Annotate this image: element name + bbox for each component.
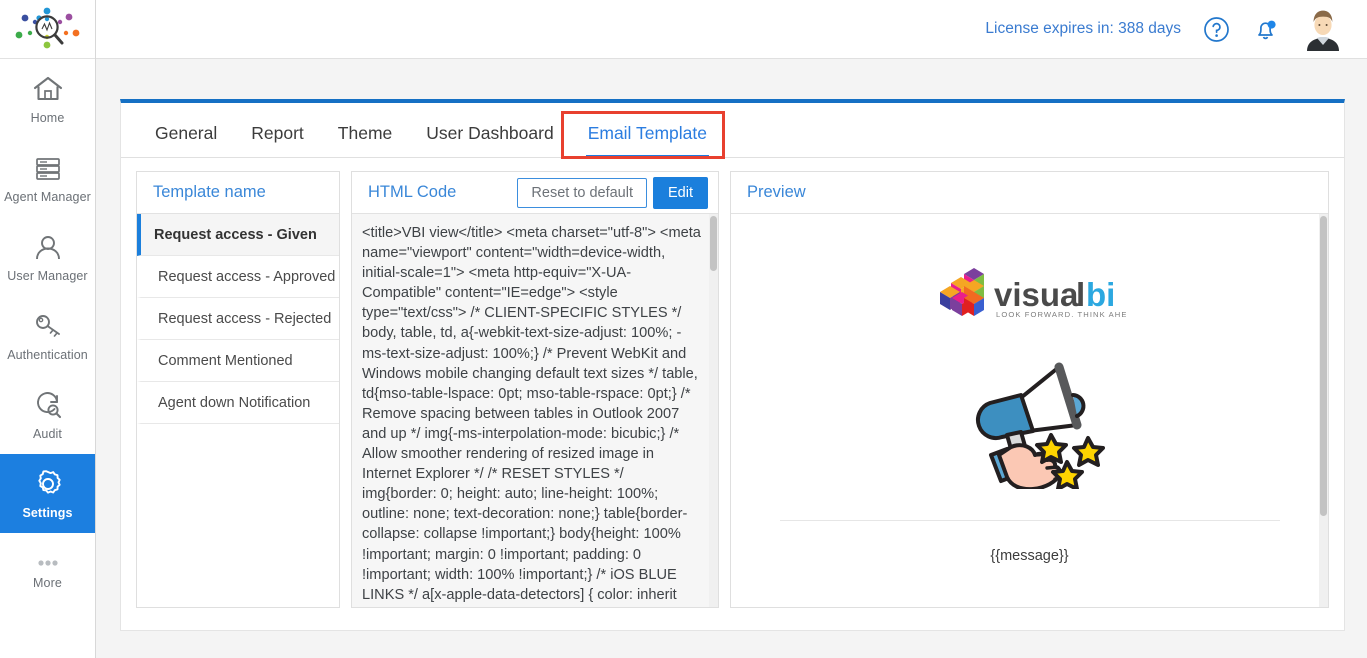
- license-expiry-text: License expires in: 388 days: [985, 20, 1181, 37]
- preview-panel: Preview visua l bi LOOK FORWARD. THINK A…: [730, 171, 1329, 608]
- sidebar-item-label: Settings: [22, 506, 73, 520]
- app-logo[interactable]: [0, 0, 95, 59]
- home-icon: [31, 72, 65, 106]
- sidebar-item-label: More: [33, 576, 62, 590]
- code-scrollbar-thumb[interactable]: [710, 216, 717, 271]
- preview-content: visua l bi LOOK FORWARD. THINK AHEAD.: [731, 214, 1328, 564]
- template-list-panel: Template name Request access - Given Req…: [136, 171, 340, 608]
- bell-icon[interactable]: [1252, 16, 1279, 43]
- application-root: Home Agent Manager User Manager Authenti…: [0, 0, 1367, 658]
- preview-body[interactable]: visua l bi LOOK FORWARD. THINK AHEAD.: [731, 214, 1328, 607]
- edit-button[interactable]: Edit: [653, 176, 708, 209]
- panel-container: Template name Request access - Given Req…: [121, 158, 1344, 630]
- html-code-actions: Reset to default Edit: [517, 176, 708, 209]
- settings-card: General Report Theme User Dashboard Emai…: [120, 99, 1345, 631]
- audit-search-icon: [31, 388, 65, 422]
- preview-scrollbar[interactable]: [1319, 214, 1328, 607]
- list-item[interactable]: Agent down Notification: [137, 382, 339, 424]
- preview-divider: [779, 520, 1280, 521]
- list-item[interactable]: Comment Mentioned: [137, 340, 339, 382]
- html-code-title: HTML Code: [368, 183, 457, 201]
- list-item[interactable]: Request access - Approved: [137, 256, 339, 298]
- sidebar-item-label: Authentication: [7, 348, 88, 362]
- reset-to-default-button[interactable]: Reset to default: [517, 177, 647, 208]
- server-stack-icon: [31, 151, 65, 185]
- tab-user-dashboard[interactable]: User Dashboard: [409, 123, 570, 157]
- tab-email-template[interactable]: Email Template: [571, 123, 724, 158]
- tab-theme[interactable]: Theme: [321, 123, 409, 157]
- ellipsis-icon: [31, 555, 65, 571]
- gear-icon: [31, 467, 65, 501]
- sidebar-item-authentication[interactable]: Authentication: [0, 296, 95, 375]
- svg-text:bi: bi: [1086, 276, 1115, 313]
- template-list-title: Template name: [153, 183, 266, 201]
- key-icon: [31, 309, 65, 343]
- avatar[interactable]: [1301, 7, 1345, 51]
- preview-header: Preview: [731, 172, 1328, 214]
- sidebar-item-user-manager[interactable]: User Manager: [0, 217, 95, 296]
- html-code-panel: HTML Code Reset to default Edit <title>V…: [351, 171, 719, 608]
- svg-text:LOOK FORWARD. THINK AHEAD.: LOOK FORWARD. THINK AHEAD.: [996, 310, 1126, 319]
- sidebar-item-label: User Manager: [7, 269, 88, 283]
- sidebar-item-audit[interactable]: Audit: [0, 375, 95, 454]
- tab-report[interactable]: Report: [234, 123, 321, 157]
- sidebar-item-agent-manager[interactable]: Agent Manager: [0, 138, 95, 217]
- html-code-viewer[interactable]: <title>VBI view</title> <meta charset="u…: [352, 214, 718, 607]
- user-icon: [31, 230, 65, 264]
- question-circle-icon[interactable]: [1203, 16, 1230, 43]
- preview-title: Preview: [747, 183, 806, 201]
- main-area: License expires in: 388 days General Rep…: [96, 0, 1367, 658]
- svg-text:visua: visua: [994, 276, 1079, 313]
- preview-scrollbar-thumb[interactable]: [1320, 216, 1327, 516]
- sidebar-item-label: Home: [30, 111, 65, 125]
- visualbi-logo: visua l bi LOOK FORWARD. THINK AHEAD.: [934, 250, 1142, 325]
- tab-general[interactable]: General: [138, 123, 234, 157]
- sidebar-item-more[interactable]: More: [0, 533, 95, 612]
- svg-text:l: l: [1076, 276, 1085, 313]
- top-bar: License expires in: 388 days: [96, 0, 1367, 59]
- sidebar-item-label: Agent Manager: [4, 190, 91, 204]
- html-code-header: HTML Code Reset to default Edit: [352, 172, 718, 214]
- workspace: General Report Theme User Dashboard Emai…: [96, 59, 1367, 658]
- sidebar: Home Agent Manager User Manager Authenti…: [0, 0, 96, 658]
- template-list-header: Template name: [137, 172, 339, 214]
- tab-bar: General Report Theme User Dashboard Emai…: [121, 103, 1344, 159]
- list-item[interactable]: Request access - Given: [137, 214, 339, 256]
- html-code-text: <title>VBI view</title> <meta charset="u…: [362, 225, 701, 607]
- message-placeholder: {{message}}: [990, 548, 1069, 564]
- list-item[interactable]: Request access - Rejected: [137, 298, 339, 340]
- template-list: Request access - Given Request access - …: [137, 214, 339, 607]
- code-scrollbar[interactable]: [709, 214, 718, 607]
- sidebar-item-label: Audit: [33, 427, 62, 441]
- magnifier-analytics-logo-icon: [11, 5, 85, 54]
- megaphone-with-stars-illustration: [955, 349, 1105, 494]
- sidebar-item-home[interactable]: Home: [0, 59, 95, 138]
- sidebar-item-settings[interactable]: Settings: [0, 454, 95, 533]
